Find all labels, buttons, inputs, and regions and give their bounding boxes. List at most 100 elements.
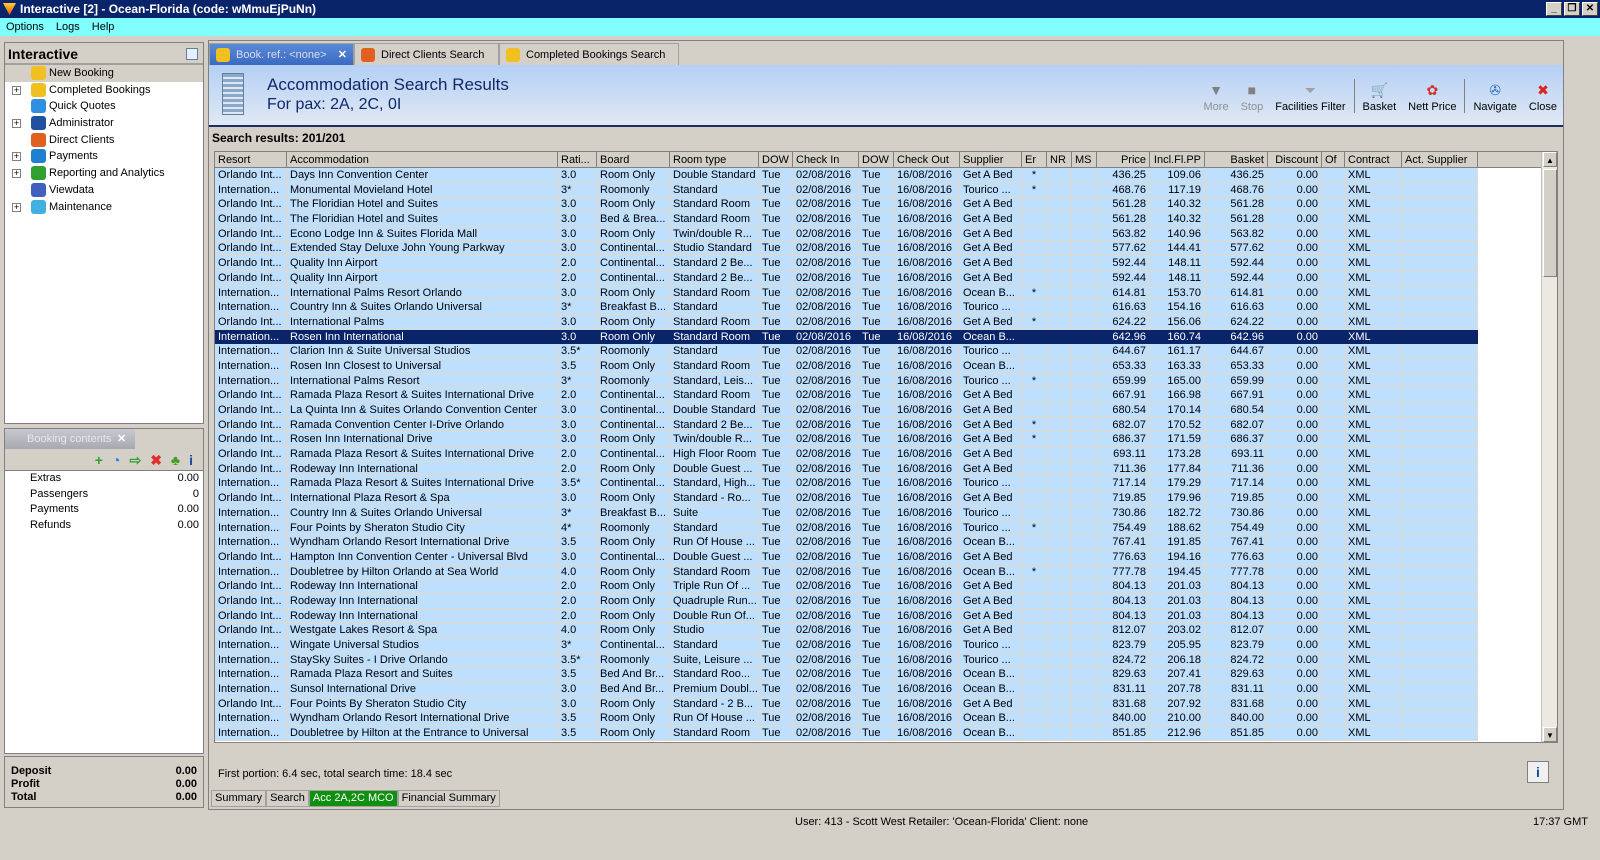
- table-row[interactable]: Internation... Ramada Plaza Resort & Suit…: [215, 476, 1557, 492]
- scroll-down-button[interactable]: ▼: [1543, 727, 1557, 742]
- column-header-incl-fl-pp[interactable]: Incl.Fl.PP: [1150, 152, 1205, 167]
- stop-button[interactable]: ■ Stop: [1235, 79, 1270, 113]
- table-row[interactable]: Internation... StaySky Suites - I Drive O…: [215, 652, 1557, 668]
- table-row[interactable]: Orlando Int... Rosen Inn International Dr…: [215, 432, 1557, 448]
- navigate-button[interactable]: ✇ Navigate: [1467, 79, 1522, 113]
- menu-help[interactable]: Help: [92, 18, 115, 36]
- column-header-check-in[interactable]: Check In: [793, 152, 859, 167]
- add-icon[interactable]: +: [95, 452, 103, 470]
- table-row[interactable]: Orlando Int... The Floridian Hotel and Su…: [215, 212, 1557, 227]
- table-row[interactable]: Orlando Int... Rodeway Inn International 2…: [215, 608, 1557, 624]
- table-row[interactable]: Orlando Int... Rodeway Inn International 2…: [215, 579, 1557, 594]
- table-row[interactable]: Orlando Int... Four Points By Sheraton St…: [215, 696, 1557, 712]
- sidebar-item-maintenance[interactable]: + Maintenance: [5, 199, 203, 216]
- table-row[interactable]: Internation... Clarion Inn & Suite Univer…: [215, 344, 1557, 359]
- column-header-er[interactable]: Er: [1022, 152, 1047, 167]
- palm-icon[interactable]: ♣: [171, 452, 180, 470]
- close-tab-icon[interactable]: ✕: [338, 44, 347, 66]
- column-header-price[interactable]: Price: [1097, 152, 1150, 167]
- sidebar-item-reporting-and-analytics[interactable]: + Reporting and Analytics: [5, 165, 203, 182]
- table-row[interactable]: Orlando Int... La Quinta Inn & Suites Orl…: [215, 403, 1557, 418]
- tab-completed-bookings-search[interactable]: Completed Bookings Search: [499, 43, 679, 65]
- column-header-dow[interactable]: DOW: [859, 152, 894, 167]
- table-row[interactable]: Orlando Int... Econo Lodge Inn & Suites F…: [215, 226, 1557, 242]
- table-row[interactable]: Orlando Int... Ramada Plaza Resort & Suit…: [215, 447, 1557, 462]
- table-row[interactable]: Internation... Ramada Plaza Resort and Su…: [215, 667, 1557, 683]
- restore-button[interactable]: ❐: [1564, 2, 1580, 16]
- expand-icon[interactable]: +: [12, 202, 21, 212]
- table-row[interactable]: Internation... Rosen Inn International 3.0…: [215, 329, 1557, 345]
- delete-icon[interactable]: ✖: [150, 452, 162, 470]
- sidebar-item-administrator[interactable]: + Administrator: [5, 115, 203, 132]
- column-header-resort[interactable]: Resort: [215, 152, 287, 167]
- facilities-filter-button[interactable]: ⏷ Facilities Filter: [1269, 79, 1351, 113]
- scroll-thumb[interactable]: [1543, 169, 1557, 277]
- bottom-tab-summary[interactable]: Summary: [211, 790, 267, 807]
- nett-price-button[interactable]: ✿ Nett Price: [1402, 79, 1462, 113]
- more-button[interactable]: ▼ More: [1198, 79, 1235, 113]
- sidebar-item-viewdata[interactable]: Viewdata: [5, 182, 203, 199]
- table-row[interactable]: Orlando Int... Quality Inn Airport 2.0 Cont…: [215, 256, 1557, 271]
- basket-move-icon[interactable]: ⇨: [129, 452, 141, 470]
- close-button[interactable]: ✖ Close: [1523, 79, 1563, 113]
- expand-icon[interactable]: +: [12, 169, 21, 179]
- table-row[interactable]: Internation... Wingate Universal Studios 3…: [215, 638, 1557, 653]
- table-row[interactable]: Internation... Monumental Movieland Hotel…: [215, 182, 1557, 198]
- table-row[interactable]: Internation... Four Points by Sheraton St…: [215, 520, 1557, 536]
- sidebar-item-new-booking[interactable]: New Booking: [5, 65, 203, 82]
- table-row[interactable]: Internation... Wyndham Orlando Resort Int…: [215, 711, 1557, 727]
- table-row[interactable]: Orlando Int... Extended Stay Deluxe John …: [215, 241, 1557, 257]
- table-row[interactable]: Orlando Int... Quality Inn Airport 2.0 Cont…: [215, 270, 1557, 286]
- table-row[interactable]: Orlando Int... Ramada Plaza Resort & Suit…: [215, 388, 1557, 403]
- column-header-discount[interactable]: Discount: [1268, 152, 1322, 167]
- column-header-accommodation[interactable]: Accommodation: [287, 152, 558, 167]
- column-header-of[interactable]: Of: [1322, 152, 1345, 167]
- table-row[interactable]: Internation... Rosen Inn Closest to Unive…: [215, 358, 1557, 374]
- close-window-button[interactable]: ✕: [1582, 2, 1598, 16]
- sidebar-item-completed-bookings[interactable]: + Completed Bookings: [5, 82, 203, 99]
- menu-options[interactable]: Options: [6, 18, 44, 36]
- expand-icon[interactable]: +: [12, 119, 21, 129]
- column-header-act-supplier[interactable]: Act. Supplier: [1402, 152, 1478, 167]
- table-row[interactable]: Orlando Int... Days Inn Convention Center…: [215, 168, 1557, 183]
- tab-book-ref-none-[interactable]: Book. ref.: <none> ✕: [209, 43, 354, 65]
- menu-logs[interactable]: Logs: [56, 18, 80, 36]
- table-row[interactable]: Internation... International Palms Resort…: [215, 285, 1557, 301]
- column-header-nr[interactable]: NR: [1047, 152, 1072, 167]
- table-row[interactable]: Internation... Country Inn & Suites Orlan…: [215, 505, 1557, 521]
- tab-direct-clients-search[interactable]: Direct Clients Search: [354, 43, 499, 65]
- bottom-tab-search[interactable]: Search: [266, 790, 309, 807]
- table-row[interactable]: Internation... Doubletree by Hilton Orlan…: [215, 564, 1557, 580]
- table-row[interactable]: Orlando Int... International Plaza Resort…: [215, 491, 1557, 506]
- table-row[interactable]: Orlando Int... Rodeway Inn International 2…: [215, 593, 1557, 609]
- table-row[interactable]: Orlando Int... Westgate Lakes Resort & Sp…: [215, 623, 1557, 638]
- minimize-button[interactable]: _: [1546, 2, 1562, 16]
- table-row[interactable]: Internation... Country Inn & Suites Orlan…: [215, 300, 1557, 315]
- table-row[interactable]: Internation... Sunsol International Drive…: [215, 682, 1557, 697]
- bottom-tab-acc-2a-2c-mco[interactable]: Acc 2A,2C MCO: [308, 790, 398, 807]
- table-row[interactable]: Orlando Int... Rodeway Inn International 2…: [215, 461, 1557, 477]
- column-header-supplier[interactable]: Supplier: [960, 152, 1022, 167]
- column-header-contract[interactable]: Contract: [1345, 152, 1402, 167]
- sidebar-item-quick-quotes[interactable]: Quick Quotes: [5, 98, 203, 115]
- expand-icon[interactable]: +: [12, 85, 21, 95]
- table-row[interactable]: Internation... Doubletree by Hilton at th…: [215, 726, 1557, 741]
- vertical-scrollbar[interactable]: ▲ ▼: [1541, 152, 1557, 742]
- table-row[interactable]: Orlando Int... Ramada Convention Center I…: [215, 417, 1557, 433]
- table-row[interactable]: Internation... Wyndham Orlando Resort Int…: [215, 535, 1557, 550]
- column-header-basket[interactable]: Basket: [1205, 152, 1268, 167]
- clock-icon[interactable]: ◔: [112, 452, 120, 470]
- table-row[interactable]: Internation... International Palms Resort…: [215, 373, 1557, 389]
- bottom-tab-financial-summary[interactable]: Financial Summary: [397, 790, 500, 807]
- collapse-button[interactable]: [186, 48, 198, 60]
- info-button[interactable]: i: [1527, 761, 1549, 783]
- column-header-board[interactable]: Board: [597, 152, 670, 167]
- table-row[interactable]: Orlando Int... Hampton Inn Convention Cen…: [215, 549, 1557, 565]
- column-header-room-type[interactable]: Room type: [670, 152, 759, 167]
- column-header-dow[interactable]: DOW: [759, 152, 793, 167]
- info-icon[interactable]: i: [189, 452, 193, 470]
- basket-button[interactable]: 🛒 Basket: [1357, 79, 1403, 113]
- table-row[interactable]: Orlando Int... International Palms 3.0 Room…: [215, 314, 1557, 330]
- tab-booking-contents[interactable]: Booking contents ✕: [5, 429, 135, 449]
- sidebar-item-direct-clients[interactable]: Direct Clients: [5, 132, 203, 149]
